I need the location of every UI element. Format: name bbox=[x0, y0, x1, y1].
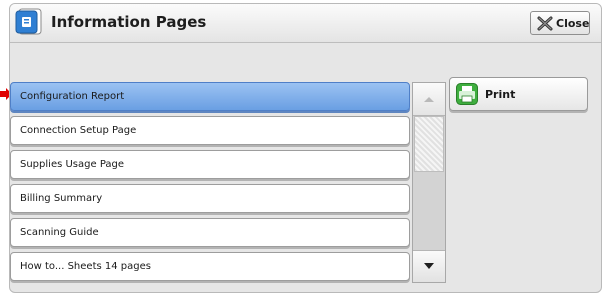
list-item-label: Scanning Guide bbox=[20, 227, 99, 238]
chevron-down-icon bbox=[424, 263, 434, 269]
list-item-label: Supplies Usage Page bbox=[20, 159, 125, 170]
scroll-up-button[interactable] bbox=[413, 83, 445, 116]
list-scrollbar[interactable] bbox=[412, 82, 446, 283]
list-item-label: Connection Setup Page bbox=[20, 125, 137, 136]
close-icon bbox=[537, 16, 553, 31]
list-item-configuration-report[interactable]: Configuration Report bbox=[10, 82, 410, 111]
printer-icon bbox=[456, 83, 478, 105]
list-item-label: How to... Sheets 14 pages bbox=[20, 261, 151, 272]
print-button-label: Print bbox=[485, 88, 516, 101]
chevron-up-icon bbox=[424, 97, 434, 102]
close-button[interactable]: Close bbox=[530, 11, 590, 35]
list-item-connection-setup-page[interactable]: Connection Setup Page bbox=[10, 116, 410, 145]
close-button-label: Close bbox=[556, 17, 590, 30]
list-item-label: Configuration Report bbox=[20, 91, 125, 102]
dialog-header: Information Pages Close bbox=[10, 4, 601, 43]
list-item-label: Billing Summary bbox=[20, 193, 103, 204]
list-item-scanning-guide[interactable]: Scanning Guide bbox=[10, 218, 410, 247]
information-pages-icon bbox=[15, 8, 42, 35]
print-button[interactable]: Print bbox=[449, 77, 588, 111]
scroll-down-button[interactable] bbox=[413, 250, 445, 282]
list-item-billing-summary[interactable]: Billing Summary bbox=[10, 184, 410, 213]
scroll-thumb[interactable] bbox=[414, 116, 444, 172]
information-pages-dialog: Information Pages Close bbox=[9, 3, 602, 293]
page-title: Information Pages bbox=[51, 13, 207, 31]
list-item-supplies-usage-page[interactable]: Supplies Usage Page bbox=[10, 150, 410, 179]
list-item-how-to-sheets[interactable]: How to... Sheets 14 pages bbox=[10, 252, 410, 281]
